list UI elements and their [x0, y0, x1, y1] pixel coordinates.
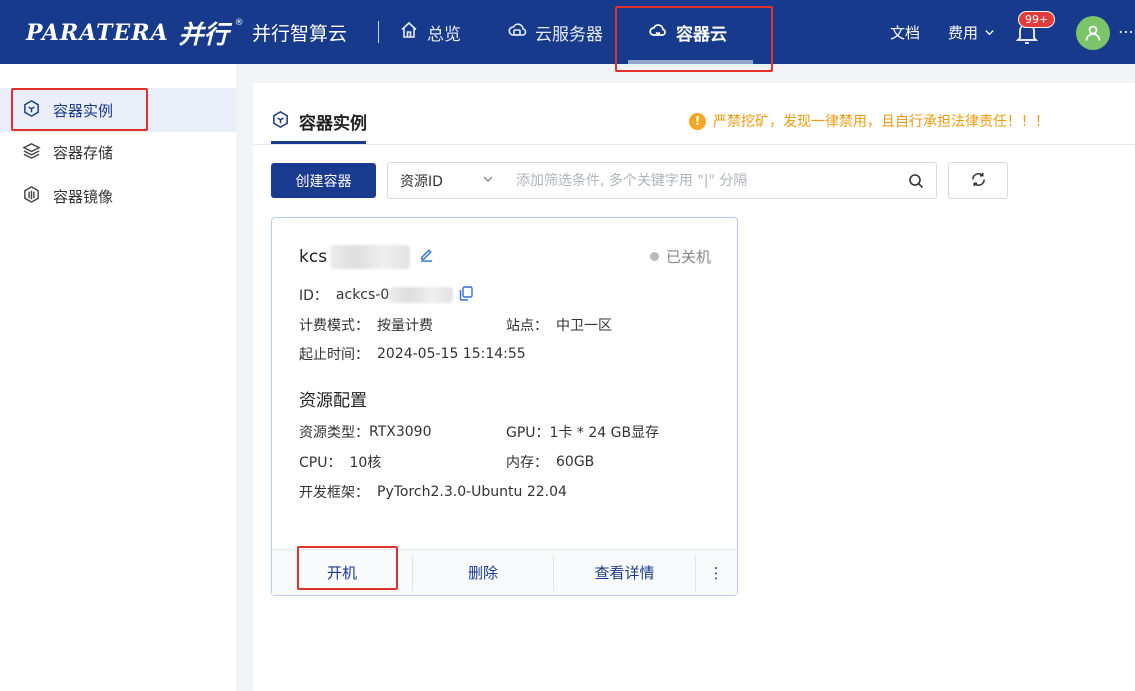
filter-input[interactable] [506, 163, 896, 198]
id-value: ackcs-0 [335, 287, 390, 303]
sidebar: 容器实例 容器存储 容器镜像 [0, 64, 236, 691]
status-dot [649, 252, 659, 261]
more-actions-button[interactable]: ⋮ [696, 550, 736, 595]
framework-value: PyTorch2.3.0-Ubuntu 22.04 [377, 484, 567, 500]
site-label: 站点： [506, 318, 548, 334]
cloud-server-icon [507, 20, 527, 45]
cpu-label: CPU： [299, 455, 342, 471]
main-header: 容器实例 ! 严禁挖矿，发现一律禁用，且自行承担法律责任！！！ [253, 83, 1135, 145]
start-button[interactable]: 开机 [272, 550, 412, 595]
view-details-button[interactable]: 查看详情 [554, 550, 695, 595]
resource-config-title: 资源配置 [299, 391, 367, 411]
cpu-value: 10核 [349, 455, 382, 471]
id-label: ID： [299, 288, 328, 304]
refresh-button[interactable] [948, 162, 1008, 199]
resource-type-label: 资源类型： [299, 425, 369, 441]
nav-cloud-servers[interactable]: 云服务器 [507, 19, 603, 45]
nav-cloud-servers-label: 云服务器 [535, 24, 603, 45]
resource-type-row: 资源类型： RTX3090 [299, 422, 431, 442]
instance-name: kcs [299, 245, 434, 269]
instance-name-text: kcs [299, 247, 328, 267]
billing-label: 计费模式： [299, 318, 369, 334]
redacted-name [330, 245, 411, 269]
more-icon[interactable]: ⋯ [1118, 22, 1134, 41]
home-icon [399, 20, 419, 45]
active-nav-indicator [628, 60, 753, 64]
title-tab-underline [271, 141, 366, 144]
gpu-value: 1卡 * 24 GB显存 [549, 425, 660, 441]
delete-button[interactable]: 删除 [413, 550, 553, 595]
time-label: 起止时间： [299, 347, 369, 363]
container-instance-card: kcs 已关机 ID： ackcs-0 计费模式： 按量计费 站点： 中卫一区 [271, 217, 738, 596]
copy-icon[interactable] [459, 285, 473, 305]
framework-row: 开发框架： PyTorch2.3.0-Ubuntu 22.04 [299, 482, 567, 502]
container-cloud-icon [648, 20, 668, 45]
sidebar-item-label: 容器实例 [53, 101, 114, 120]
site-value: 中卫一区 [556, 318, 612, 334]
sidebar-item-container-instances[interactable]: 容器实例 [0, 88, 236, 132]
memory-row: 内存： 60GB [506, 452, 594, 472]
nav-container-cloud-label: 容器云 [676, 24, 727, 45]
brand-title: 并行智算云 [252, 23, 348, 45]
paratera-logo[interactable]: PARATERA 并行 ® [26, 18, 244, 49]
fees-menu[interactable]: 费用 [948, 22, 995, 43]
logo-text: PARATERA [26, 20, 169, 46]
cpu-row: CPU： 10核 [299, 452, 381, 472]
storage-layers-icon [22, 141, 41, 164]
gpu-label: GPU： [506, 425, 550, 441]
warning-text: 严禁挖矿，发现一律禁用，且自行承担法律责任！！！ [713, 114, 1049, 130]
sidebar-item-label: 容器存储 [53, 143, 114, 162]
filter-bar: 资源ID [387, 162, 937, 199]
resource-type-value: RTX3090 [369, 424, 432, 440]
fees-label: 费用 [948, 24, 979, 42]
instance-id-row: ID： ackcs-0 [299, 285, 473, 305]
registered-mark: ® [234, 18, 244, 28]
main-panel: 容器实例 ! 严禁挖矿，发现一律禁用，且自行承担法律责任！！！ 创建容器 资源I… [253, 83, 1135, 691]
filter-field-value: 资源ID [400, 173, 443, 190]
container-instance-icon [22, 99, 41, 122]
nav-overview-label: 总览 [427, 24, 461, 45]
docs-link[interactable]: 文档 [890, 22, 920, 43]
time-value: 2024-05-15 15:14:55 [377, 346, 526, 362]
billing-row: 计费模式： 按量计费 [299, 315, 433, 335]
nav-divider [378, 21, 379, 43]
redacted-id [389, 287, 454, 303]
framework-label: 开发框架： [299, 485, 369, 501]
notification-count-badge: 99+ [1018, 11, 1056, 28]
mining-warning: ! 严禁挖矿，发现一律禁用，且自行承担法律责任！！！ [689, 111, 1049, 131]
image-icon [22, 185, 41, 208]
nav-overview[interactable]: 总览 [399, 19, 461, 45]
refresh-icon [970, 171, 987, 191]
sidebar-item-container-storage[interactable]: 容器存储 [0, 130, 236, 174]
time-row: 起止时间： 2024-05-15 15:14:55 [299, 344, 526, 364]
warning-icon: ! [689, 112, 706, 130]
search-icon[interactable] [896, 163, 936, 198]
page-title: 容器实例 [271, 109, 367, 134]
edit-icon[interactable] [419, 247, 434, 267]
card-actions: 开机 删除 查看详情 ⋮ [272, 549, 737, 595]
container-instance-icon [271, 110, 290, 134]
logo-cn-text: 并行 [178, 20, 229, 49]
chevron-down-icon [482, 173, 494, 189]
billing-value: 按量计费 [377, 318, 433, 334]
create-container-button[interactable]: 创建容器 [271, 163, 376, 198]
top-navbar: PARATERA 并行 ® 并行智算云 总览 云服务器 容器云 文档 费用 99… [0, 0, 1135, 64]
nav-container-cloud[interactable]: 容器云 [648, 19, 727, 45]
sidebar-item-label: 容器镜像 [53, 187, 114, 206]
gpu-row: GPU： 1卡 * 24 GB显存 [506, 422, 659, 442]
instance-status: 已关机 [649, 246, 711, 267]
memory-value: 60GB [556, 454, 595, 470]
memory-label: 内存： [506, 455, 548, 471]
sidebar-item-container-images[interactable]: 容器镜像 [0, 174, 236, 218]
status-text: 已关机 [665, 248, 711, 266]
user-avatar[interactable] [1076, 16, 1110, 50]
site-row: 站点： 中卫一区 [506, 315, 612, 335]
chevron-down-icon [984, 24, 995, 42]
filter-field-select[interactable]: 资源ID [388, 163, 506, 198]
page-title-text: 容器实例 [299, 114, 367, 134]
